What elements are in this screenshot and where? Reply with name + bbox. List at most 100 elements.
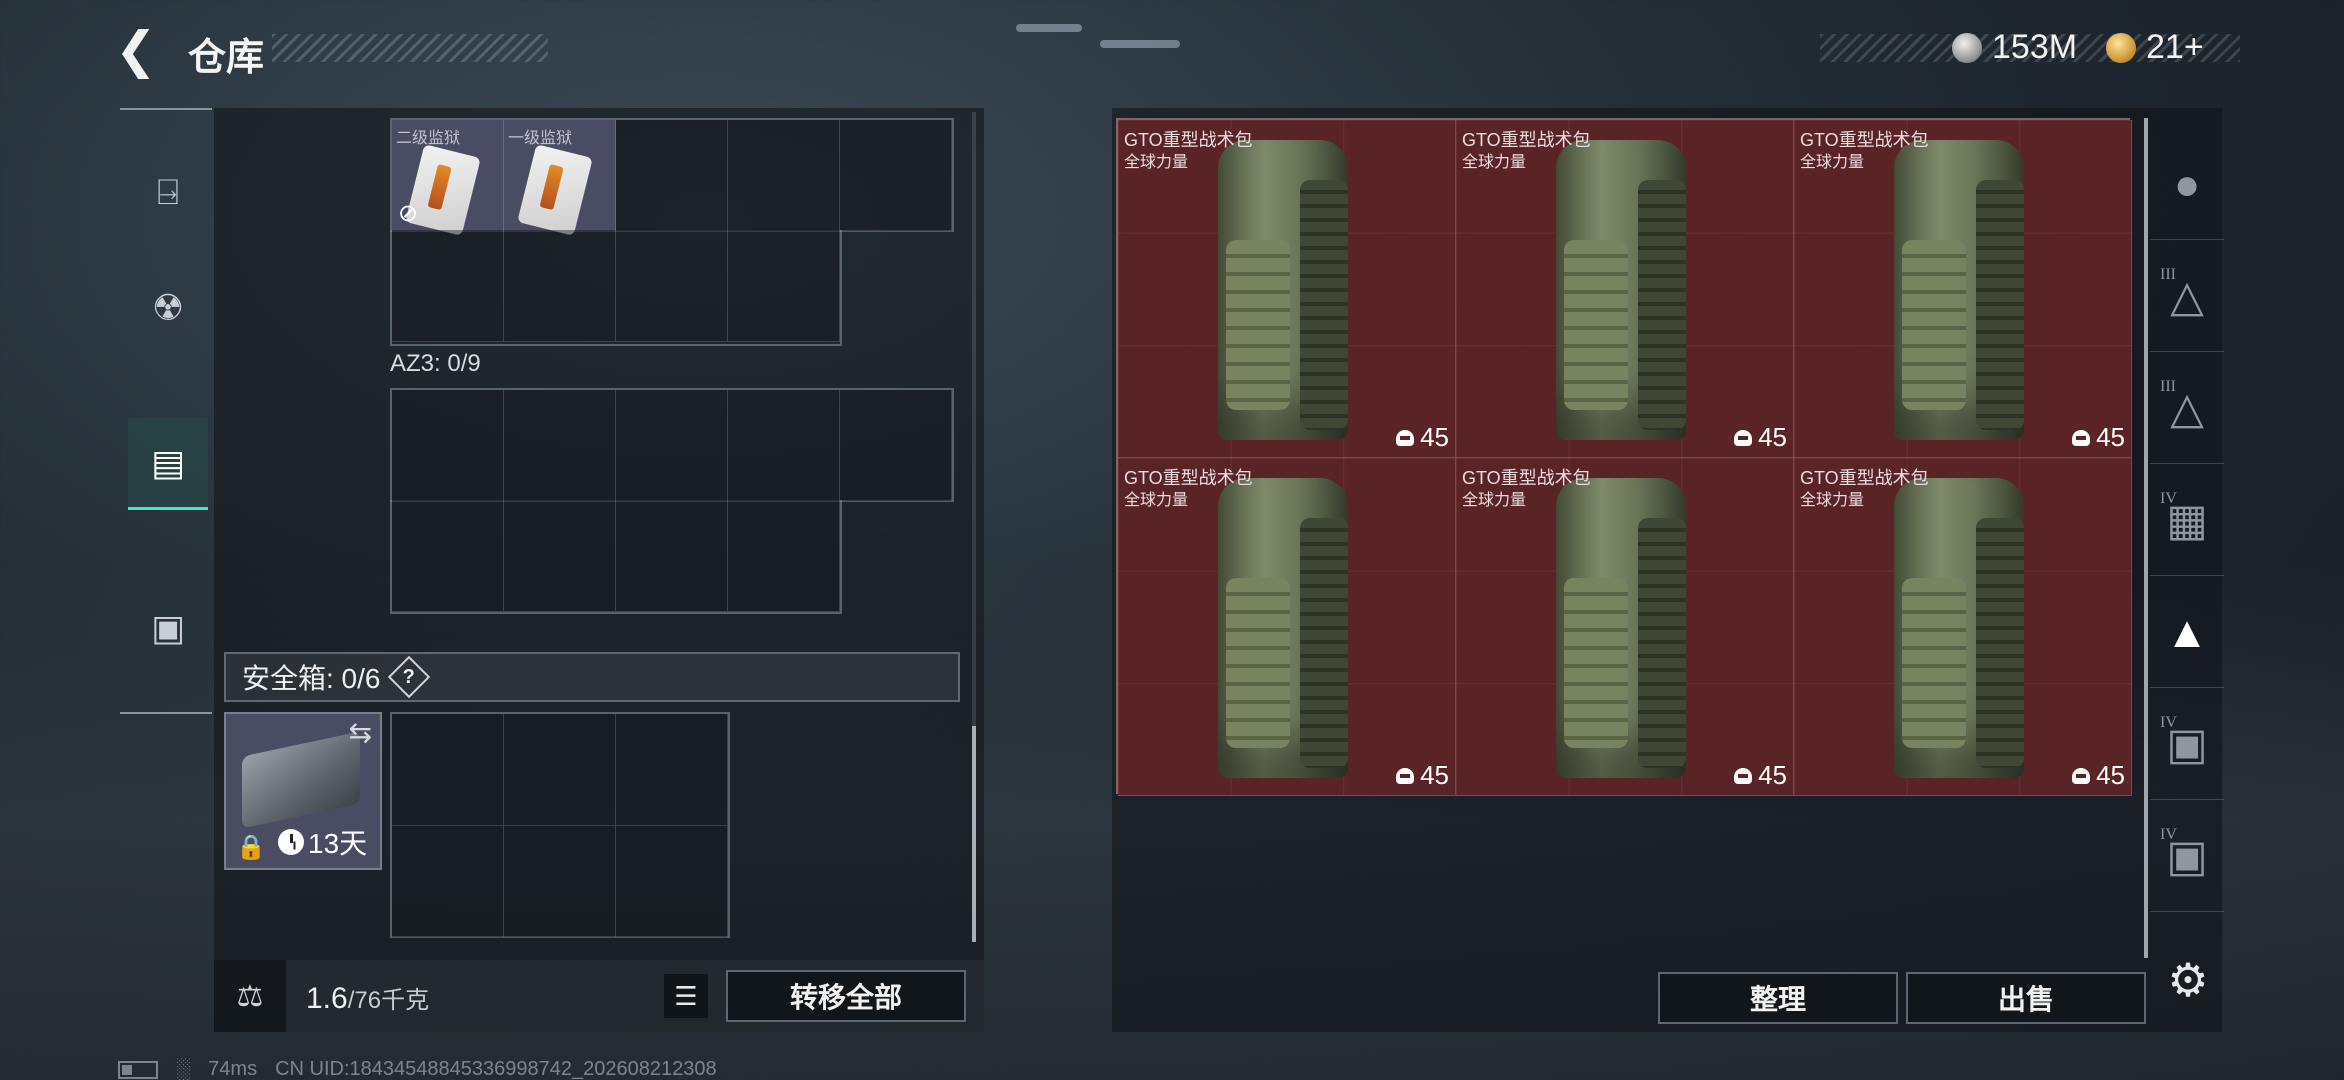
briefcase-icon: ▣	[150, 607, 185, 648]
grid-cell[interactable]	[504, 500, 616, 612]
tab-helmet[interactable]: ●	[2150, 130, 2224, 240]
item-capacity: 45	[2072, 760, 2125, 791]
grid-cell[interactable]	[504, 390, 616, 502]
item-brand: 全球力量	[1124, 492, 1189, 509]
item-brand: 全球力量	[1800, 492, 1865, 509]
help-icon[interactable]: ?	[388, 655, 431, 699]
grid-cell[interactable]	[392, 714, 504, 826]
capacity-value: 45	[1420, 760, 1449, 790]
keycard-icon	[517, 144, 593, 236]
safe-box-label: 安全箱: 0/6	[242, 663, 381, 694]
tab-backpack-tier-4b[interactable]: IV ▣	[2150, 802, 2224, 912]
gold-amount: 21+	[2146, 28, 2204, 66]
grid-cell[interactable]	[392, 826, 504, 938]
weight-capacity: /76千克	[347, 987, 430, 1014]
stash-item[interactable]: GTO重型战术包 全球力量 45	[1456, 458, 1794, 796]
backpack-pouch	[1226, 578, 1290, 748]
grid-cell[interactable]	[840, 120, 952, 232]
grid-cell[interactable]	[392, 390, 504, 502]
grid-cell[interactable]	[616, 390, 728, 502]
tab-backpack[interactable]: ▤	[128, 418, 208, 510]
safe-case-item[interactable]: ⇆ 🔒 13天	[224, 712, 382, 870]
capacity-value: 45	[2096, 760, 2125, 790]
grid-cell[interactable]	[392, 230, 504, 342]
title-decoration	[272, 34, 548, 62]
weight-icon: ⚖	[214, 960, 286, 1032]
stash-item[interactable]: GTO重型战术包 全球力量 45	[1794, 458, 2132, 796]
keycard-item[interactable]: 一级监狱	[504, 120, 616, 236]
battery-icon	[118, 1060, 158, 1079]
no-transfer-icon: ⊘	[398, 200, 419, 227]
grid-cell[interactable]	[504, 714, 616, 826]
item-brand: 全球力量	[1800, 154, 1865, 171]
grid-cell[interactable]	[728, 500, 840, 612]
weight-readout: 1.6/76千克	[306, 980, 429, 1016]
tab-armor[interactable]: ☢	[128, 262, 208, 354]
left-scrollbar-thumb[interactable]	[972, 726, 976, 942]
chevron-left-icon: ❮	[115, 22, 157, 78]
stash-item[interactable]: GTO重型战术包 全球力量 45	[1456, 120, 1794, 458]
tab-armor-tier-3[interactable]: III △	[2150, 242, 2224, 352]
ping-value: 74ms	[208, 1058, 258, 1080]
silver-amount: 153M	[1992, 28, 2078, 66]
safe-grid	[390, 712, 730, 938]
grid-cell[interactable]	[616, 120, 728, 232]
tab-case[interactable]: ▣	[128, 582, 208, 674]
keycard-item[interactable]: 二级监狱 ⊘	[392, 120, 504, 236]
vest-icon: ☢	[151, 287, 185, 328]
grid-cell[interactable]	[504, 230, 616, 342]
gold-coin-icon	[2106, 32, 2136, 63]
stash-item[interactable]: GTO重型战术包 全球力量 45	[1118, 458, 1456, 796]
backpack-pouch	[1902, 578, 1966, 748]
tab-rig-tier-4[interactable]: IV ▦	[2150, 466, 2224, 576]
item-brand: 全球力量	[1462, 492, 1527, 509]
list-view-button[interactable]: ☰	[664, 974, 708, 1018]
gold-currency[interactable]: 21+	[2106, 28, 2204, 67]
capacity-value: 45	[1420, 422, 1449, 452]
grid-cell[interactable]	[840, 390, 952, 502]
safe-case-icon	[242, 731, 360, 829]
tab-backpack-tier-4[interactable]: IV ▣	[2150, 690, 2224, 800]
item-brand: 全球力量	[1124, 154, 1189, 171]
grid-cell[interactable]	[504, 826, 616, 938]
back-button[interactable]: ❮	[112, 22, 160, 78]
settings-button[interactable]: ⚙	[2160, 952, 2216, 1008]
stash-scrollbar[interactable]	[2144, 118, 2148, 958]
swap-icon[interactable]: ⇆	[349, 716, 372, 749]
tier-label: III	[2160, 378, 2176, 395]
grid-cell[interactable]	[728, 230, 840, 342]
clock-icon	[278, 829, 304, 855]
ceiling-light	[1100, 40, 1180, 48]
silver-currency[interactable]: 153M	[1952, 28, 2077, 67]
page-title: 仓库	[188, 37, 265, 79]
grid-cell[interactable]	[728, 390, 840, 502]
tab-armor-tier-3b[interactable]: III △	[2150, 354, 2224, 464]
stash-item[interactable]: GTO重型战术包 全球力量 45	[1794, 120, 2132, 458]
sell-button[interactable]: 出售	[1906, 972, 2146, 1024]
capacity-icon	[1396, 767, 1415, 784]
grid-cell[interactable]	[392, 500, 504, 612]
backpack-side	[1976, 518, 2024, 768]
stash-item[interactable]: GTO重型战术包 全球力量 45	[1118, 120, 1456, 458]
grid-cell[interactable]	[616, 826, 728, 938]
item-capacity: 45	[1396, 422, 1449, 453]
backpack-pouch	[1564, 240, 1628, 410]
left-category-tabs: ⍈ ☢ ▤ ▣	[120, 108, 212, 714]
tier-label: IV	[2160, 826, 2177, 843]
transfer-all-button[interactable]: 转移全部	[726, 970, 966, 1022]
safe-duration: 13天	[278, 822, 367, 862]
item-brand: 全球力量	[1462, 154, 1527, 171]
grid-cell[interactable]	[616, 230, 728, 342]
organize-button[interactable]: 整理	[1658, 972, 1898, 1024]
grid-cell[interactable]	[728, 120, 840, 232]
capacity-icon	[1396, 429, 1415, 446]
tab-weapons[interactable]: ⍈	[128, 146, 208, 238]
tab-armor[interactable]: ▲	[2150, 578, 2224, 688]
lock-icon: 🔒	[236, 834, 266, 861]
tier-label: IV	[2160, 490, 2177, 507]
stash-grid: GTO重型战术包 全球力量 45 GTO重型战术包 全球力量 45 GTO重型战…	[1116, 118, 2132, 796]
pistol-icon: ⍈	[157, 170, 179, 212]
grid-cell[interactable]	[616, 714, 728, 826]
capacity-icon	[2072, 429, 2091, 446]
grid-cell[interactable]	[616, 500, 728, 612]
